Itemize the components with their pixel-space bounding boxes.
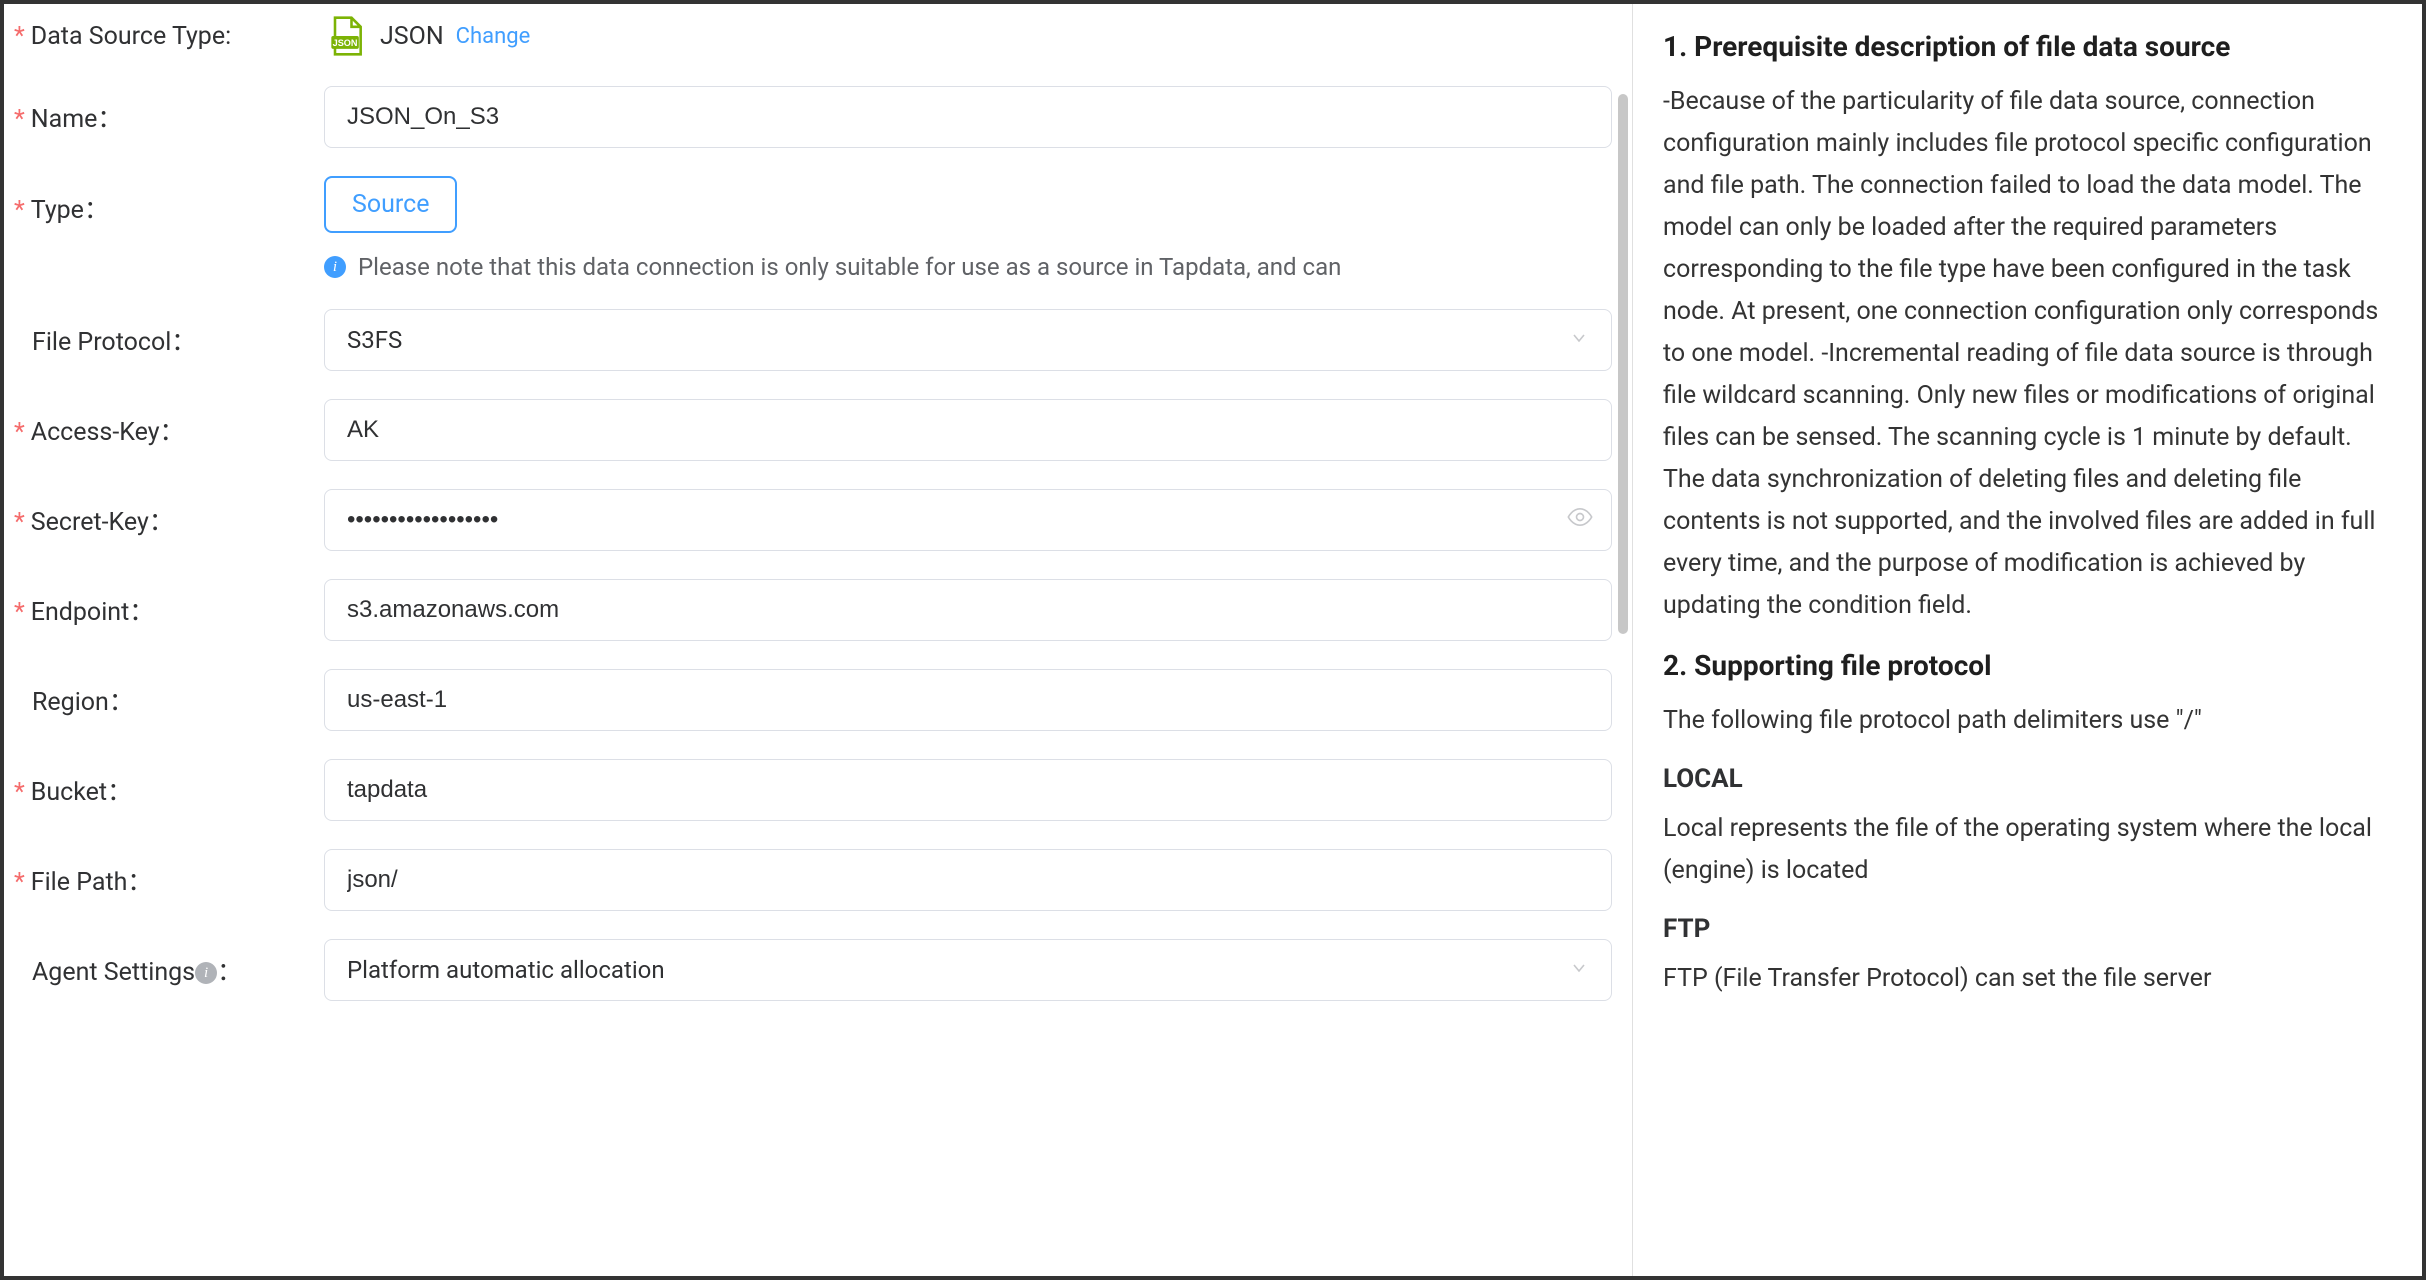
label-text-datasourcetype: Data Source Type: <box>31 22 231 51</box>
scrollbar-thumb[interactable] <box>1618 94 1628 634</box>
row-agentsettings: Agent Settingsi： Platform automatic allo… <box>14 939 1612 1001</box>
agentsettings-select[interactable]: Platform automatic allocation <box>324 939 1612 1001</box>
label-endpoint: *Endpoint： <box>14 592 324 628</box>
label-text-endpoint: Endpoint： <box>31 598 154 627</box>
row-region: Region： <box>14 669 1612 731</box>
help-para-2: The following file protocol path delimit… <box>1663 700 2392 742</box>
row-type: *Type： Source i Please note that this da… <box>14 176 1612 281</box>
row-secretkey: *Secret-Key： <box>14 489 1612 551</box>
help-para-3: Local represents the file of the operati… <box>1663 808 2392 892</box>
row-fileprotocol: File Protocol： S3FS <box>14 309 1612 371</box>
datasourcetype-value: JSON <box>380 22 444 51</box>
name-input[interactable] <box>324 86 1612 148</box>
json-file-icon: JSON <box>324 14 368 58</box>
help-panel: 1. Prerequisite description of file data… <box>1632 4 2422 1276</box>
help-sub-1: LOCAL <box>1663 764 2392 794</box>
label-secretkey: *Secret-Key： <box>14 502 324 538</box>
label-text-type: Type： <box>31 196 109 225</box>
help-para-4: FTP (File Transfer Protocol) can set the… <box>1663 958 2392 1000</box>
label-fileprotocol: File Protocol： <box>14 322 324 358</box>
datasource-display: JSON JSON Change <box>324 14 1612 58</box>
label-text-agentsettings: Agent Settings <box>32 958 195 987</box>
change-link[interactable]: Change <box>456 24 531 49</box>
accesskey-input[interactable] <box>324 399 1612 461</box>
label-name: *Name： <box>14 99 324 135</box>
label-text-secretkey: Secret-Key： <box>31 508 174 537</box>
help-heading-1: 1. Prerequisite description of file data… <box>1663 30 2392 63</box>
row-bucket: *Bucket： <box>14 759 1612 821</box>
svg-text:JSON: JSON <box>333 38 358 48</box>
type-note-text: Please note that this data connection is… <box>358 253 1341 281</box>
chevron-down-icon <box>1569 326 1589 354</box>
chevron-down-icon <box>1569 956 1589 984</box>
agentsettings-value: Platform automatic allocation <box>347 956 665 984</box>
help-heading-2: 2. Supporting file protocol <box>1663 649 2392 682</box>
label-bucket: *Bucket： <box>14 772 324 808</box>
info-icon: i <box>324 256 346 278</box>
row-name: *Name： <box>14 86 1612 148</box>
bucket-input[interactable] <box>324 759 1612 821</box>
label-text-filepath: File Path： <box>31 868 153 897</box>
endpoint-input[interactable] <box>324 579 1612 641</box>
eye-icon[interactable] <box>1566 503 1594 537</box>
label-region: Region： <box>14 682 324 718</box>
label-accesskey: *Access-Key： <box>14 412 324 448</box>
fileprotocol-select[interactable]: S3FS <box>324 309 1612 371</box>
label-datasourcetype: *Data Source Type: <box>14 22 324 51</box>
label-text-name: Name： <box>31 105 123 134</box>
label-filepath: *File Path： <box>14 862 324 898</box>
label-text-accesskey: Access-Key： <box>31 418 185 447</box>
connection-type-source[interactable]: Source <box>324 176 457 233</box>
region-input[interactable] <box>324 669 1612 731</box>
label-type: *Type： <box>14 176 324 226</box>
row-accesskey: *Access-Key： <box>14 399 1612 461</box>
help-sub-2: FTP <box>1663 914 2392 944</box>
type-note: i Please note that this data connection … <box>324 253 1612 281</box>
filepath-input[interactable] <box>324 849 1612 911</box>
label-text-bucket: Bucket： <box>31 778 132 807</box>
fileprotocol-value: S3FS <box>347 326 402 354</box>
row-datasourcetype: *Data Source Type: JSON JSON Change <box>14 14 1612 58</box>
form-panel: *Data Source Type: JSON JSON Change *Nam… <box>4 4 1632 1276</box>
row-endpoint: *Endpoint： <box>14 579 1612 641</box>
label-text-fileprotocol: File Protocol： <box>32 328 196 357</box>
label-text-region: Region： <box>32 688 134 717</box>
help-para-1: -Because of the particularity of file da… <box>1663 81 2392 627</box>
row-filepath: *File Path： <box>14 849 1612 911</box>
secretkey-input[interactable] <box>324 489 1612 551</box>
label-agentsettings: Agent Settingsi： <box>14 952 324 988</box>
help-icon[interactable]: i <box>195 962 217 984</box>
